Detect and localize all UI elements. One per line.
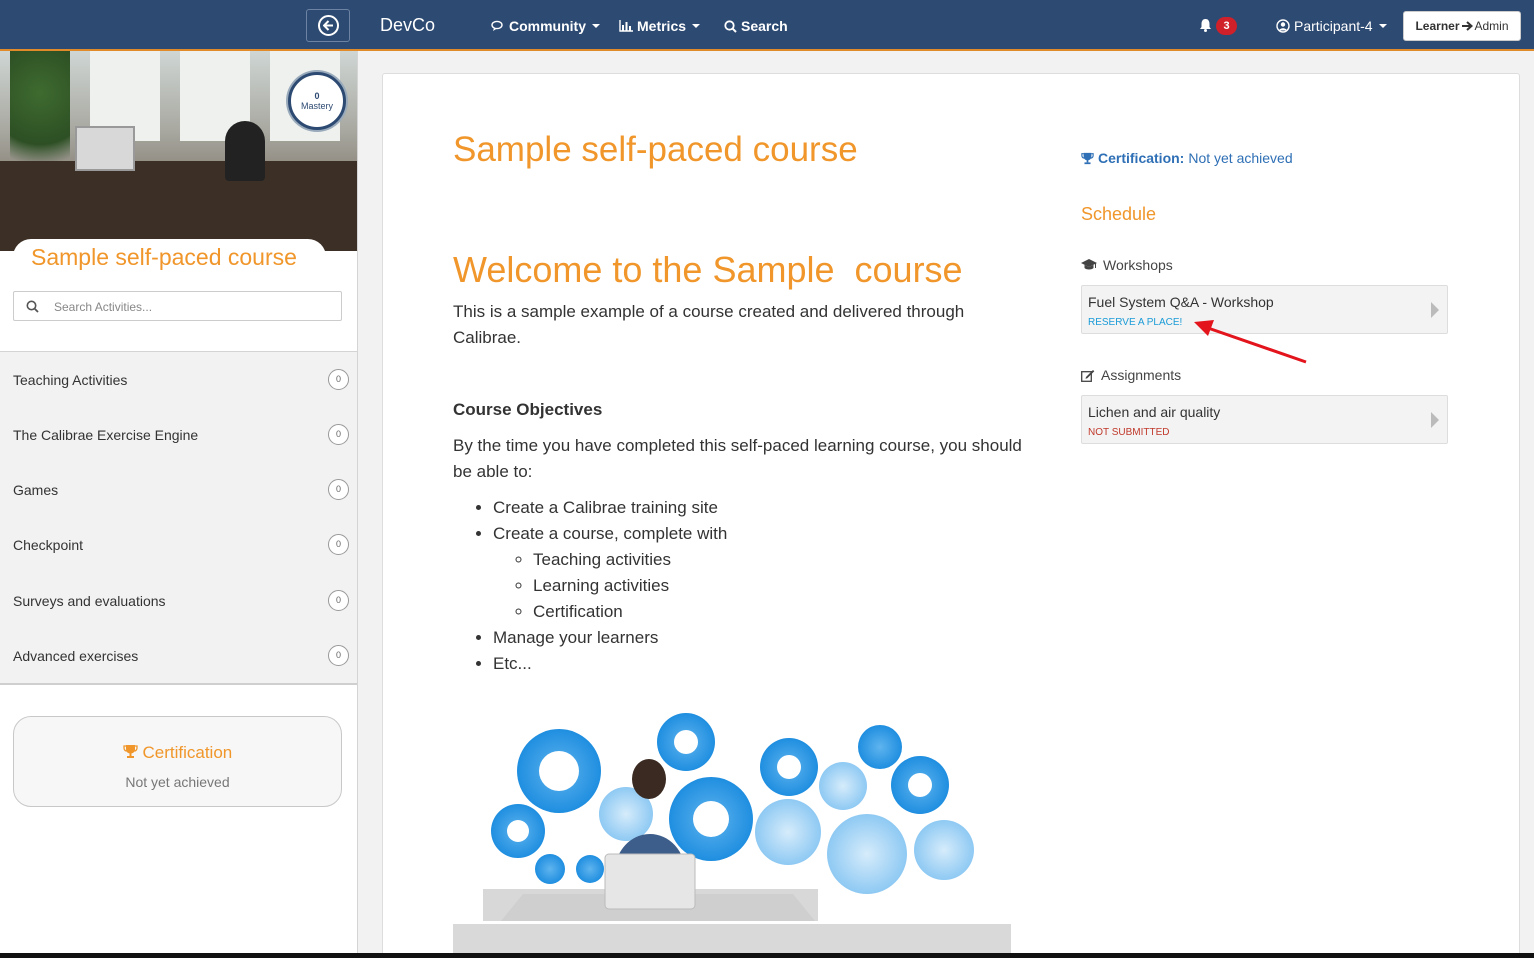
activity-search-input[interactable] bbox=[54, 297, 334, 316]
activity-count-badge: 0 bbox=[328, 479, 349, 500]
bottom-edge-bar bbox=[0, 953, 1534, 958]
annotation-arrow-icon bbox=[1194, 320, 1307, 364]
workshops-heading: Workshops bbox=[1081, 257, 1173, 273]
caret-down-icon bbox=[592, 24, 600, 28]
activity-label: The Calibrae Exercise Engine bbox=[13, 427, 199, 443]
activity-count-badge: 0 bbox=[328, 534, 349, 555]
community-menu[interactable]: Community bbox=[491, 18, 600, 34]
activity-item-checkpoint[interactable]: Checkpoint 0 bbox=[0, 517, 357, 572]
objectives-heading: Course Objectives bbox=[453, 400, 603, 419]
activity-item-exercise-engine[interactable]: The Calibrae Exercise Engine 0 bbox=[0, 407, 357, 462]
objective-subitem: Teaching activities bbox=[533, 547, 727, 573]
workshops-label: Workshops bbox=[1103, 257, 1173, 273]
search-label: Search bbox=[741, 18, 788, 34]
intro-text: This is a sample example of a course cre… bbox=[453, 302, 965, 347]
course-sidebar: 0 Mastery Sample self-paced course Teach… bbox=[0, 51, 358, 958]
back-button[interactable] bbox=[306, 9, 350, 42]
certification-label: Certification: bbox=[1098, 150, 1185, 166]
sidebar-course-title: Sample self-paced course bbox=[31, 244, 297, 270]
user-menu[interactable]: Participant-4 bbox=[1276, 18, 1387, 34]
activity-search[interactable] bbox=[13, 291, 342, 321]
gears-illustration bbox=[453, 713, 1011, 958]
activity-label: Games bbox=[13, 482, 59, 498]
search-link[interactable]: Search bbox=[724, 18, 788, 34]
assignment-status: NOT SUBMITTED bbox=[1088, 427, 1170, 438]
activity-label: Teaching Activities bbox=[13, 372, 128, 388]
arrow-right-icon bbox=[1461, 21, 1473, 31]
community-label: Community bbox=[509, 18, 586, 34]
objectives-list: Create a Calibrae training site Create a… bbox=[493, 495, 727, 677]
chevron-right-icon bbox=[1431, 302, 1439, 318]
objective-subitem: Certification bbox=[533, 599, 727, 625]
trophy-icon bbox=[1081, 152, 1094, 164]
welcome-heading: Welcome to the Sample course bbox=[453, 249, 963, 290]
certification-card-title: Certification bbox=[14, 743, 341, 763]
trophy-icon bbox=[123, 745, 138, 758]
activity-count-badge: 0 bbox=[328, 645, 349, 666]
chat-icon bbox=[491, 20, 503, 31]
activity-label: Checkpoint bbox=[13, 537, 84, 553]
back-circle-icon bbox=[317, 15, 339, 36]
activity-item-games[interactable]: Games 0 bbox=[0, 462, 357, 517]
switch-from-label: Learner bbox=[1415, 19, 1460, 33]
chevron-right-icon bbox=[1431, 412, 1439, 428]
assignment-name: Lichen and air quality bbox=[1088, 404, 1221, 420]
learner-admin-switch-button[interactable]: Learner Admin bbox=[1403, 11, 1521, 41]
course-content-panel: Sample self-paced course Welcome to the … bbox=[382, 73, 1520, 958]
objectives-text: By the time you have completed this self… bbox=[453, 436, 1022, 481]
objective-item-label: Create a course, complete with bbox=[493, 524, 728, 543]
activity-count-badge: 0 bbox=[328, 590, 349, 611]
schedule-heading: Schedule bbox=[1081, 204, 1157, 224]
certification-card-label: Certification bbox=[142, 743, 233, 762]
bar-chart-icon bbox=[619, 20, 633, 32]
objective-item: Create a course, complete with Teaching … bbox=[493, 521, 727, 625]
objective-item: Etc... bbox=[493, 651, 727, 677]
search-icon bbox=[724, 19, 737, 33]
mastery-badge: 0 Mastery bbox=[288, 72, 346, 130]
objective-item: Create a Calibrae training site bbox=[493, 495, 727, 521]
top-navbar: DevCo Community Metrics Search 3 Partici… bbox=[0, 0, 1534, 51]
assignments-label: Assignments bbox=[1101, 367, 1182, 383]
objective-item: Manage your learners bbox=[493, 625, 727, 651]
metrics-menu[interactable]: Metrics bbox=[619, 18, 701, 34]
reserve-place-link[interactable]: RESERVE A PLACE! bbox=[1088, 317, 1182, 328]
caret-down-icon bbox=[1378, 24, 1387, 28]
assignment-card[interactable]: Lichen and air quality NOT SUBMITTED bbox=[1081, 395, 1448, 444]
brand[interactable]: DevCo bbox=[380, 15, 435, 36]
edit-icon bbox=[1081, 369, 1095, 382]
certification-card-status: Not yet achieved bbox=[125, 774, 230, 790]
search-icon bbox=[26, 300, 39, 313]
activity-label: Surveys and evaluations bbox=[13, 593, 166, 609]
graduation-cap-icon bbox=[1081, 259, 1097, 270]
mastery-value: 0 bbox=[314, 91, 320, 101]
user-name: Participant-4 bbox=[1294, 18, 1373, 34]
switch-to-label: Admin bbox=[1474, 19, 1509, 33]
certification-status-line: Certification: Not yet achieved bbox=[1081, 150, 1293, 166]
activity-label: Advanced exercises bbox=[13, 648, 139, 664]
user-circle-icon bbox=[1276, 19, 1290, 33]
certification-card[interactable]: Certification Not yet achieved bbox=[13, 716, 342, 807]
activity-item-teaching-activities[interactable]: Teaching Activities 0 bbox=[0, 352, 357, 407]
activity-count-badge: 0 bbox=[328, 369, 349, 390]
objective-subitem: Learning activities bbox=[533, 573, 727, 599]
notification-count-badge[interactable]: 3 bbox=[1216, 17, 1237, 35]
metrics-label: Metrics bbox=[637, 18, 687, 34]
certification-value: Not yet achieved bbox=[1188, 150, 1293, 166]
activity-list: Teaching Activities 0 The Calibrae Exerc… bbox=[0, 351, 357, 685]
activity-item-advanced-exercises[interactable]: Advanced exercises 0 bbox=[0, 628, 357, 683]
activity-count-badge: 0 bbox=[328, 424, 349, 445]
activity-item-surveys[interactable]: Surveys and evaluations 0 bbox=[0, 573, 357, 628]
assignments-heading: Assignments bbox=[1081, 367, 1181, 383]
page-title: Sample self-paced course bbox=[453, 130, 858, 169]
workshop-name: Fuel System Q&A - Workshop bbox=[1088, 294, 1274, 310]
bell-icon[interactable] bbox=[1199, 18, 1212, 32]
caret-down-icon bbox=[692, 24, 701, 28]
mastery-label: Mastery bbox=[300, 101, 333, 111]
